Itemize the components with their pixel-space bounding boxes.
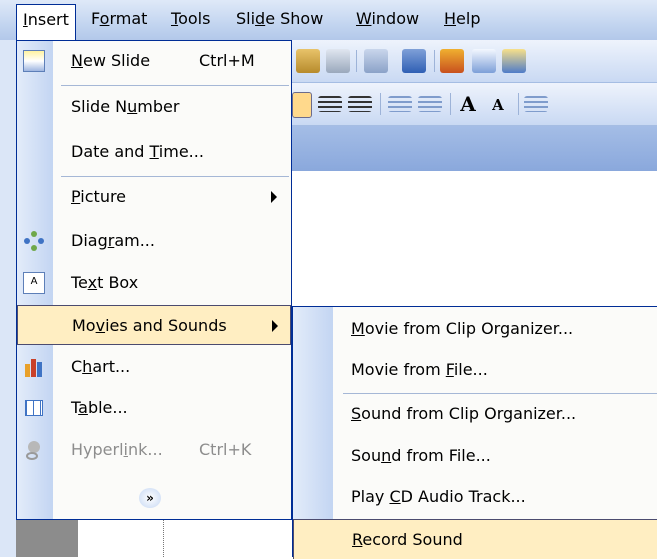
toolbar-separator: [518, 93, 519, 115]
menu-format[interactable]: Format: [85, 4, 153, 34]
align-left-icon[interactable]: [292, 92, 312, 118]
toolbar-separator: [356, 50, 357, 72]
hyperlink-icon: [23, 439, 45, 461]
menu-item-movies-and-sounds[interactable]: Movies and Sounds: [17, 305, 291, 345]
toolbar-separator: [434, 50, 435, 72]
menu-item-new-slide[interactable]: New Slide Ctrl+M: [17, 41, 291, 81]
paste-icon[interactable]: [296, 49, 320, 73]
submenu-arrow-icon: [272, 320, 278, 332]
shortcut-label: Ctrl+M: [199, 51, 255, 70]
align-right-icon[interactable]: [348, 96, 372, 112]
table-icon: [25, 400, 43, 416]
movies-and-sounds-submenu: Movie from Clip Organizer... Movie from …: [292, 306, 657, 559]
window-left-edge: [0, 40, 16, 557]
expand-menu-chevron-icon[interactable]: »: [139, 488, 161, 508]
format-painter-icon[interactable]: [326, 49, 350, 73]
toolbar-separator: [450, 93, 451, 115]
menu-item-text-box[interactable]: A Text Box: [17, 263, 291, 303]
menu-item-date-and-time[interactable]: Date and Time...: [17, 132, 291, 172]
menu-item-sound-from-file[interactable]: Sound from File...: [293, 436, 657, 476]
menu-item-chart[interactable]: Chart...: [17, 347, 291, 387]
menu-bar: Insert Format Tools Slide Show Window He…: [0, 0, 657, 40]
submenu-arrow-icon: [271, 191, 277, 203]
pane-header: [292, 126, 657, 171]
bullets-icon[interactable]: [418, 96, 442, 112]
menu-item-hyperlink[interactable]: Hyperlink... Ctrl+K: [17, 430, 291, 470]
insert-menu: New Slide Ctrl+M Slide Number Date and T…: [16, 40, 292, 520]
numbering-icon[interactable]: [388, 96, 412, 112]
menu-item-sound-from-clip-organizer[interactable]: Sound from Clip Organizer...: [293, 394, 657, 434]
redo-icon[interactable]: [402, 49, 426, 73]
new-slide-icon: [23, 50, 45, 72]
shortcut-label: Ctrl+K: [199, 440, 252, 459]
menu-item-movie-from-clip-organizer[interactable]: Movie from Clip Organizer...: [293, 309, 657, 349]
chart-icon: [23, 356, 45, 378]
menu-item-movie-from-file[interactable]: Movie from File...: [293, 350, 657, 390]
menu-window[interactable]: Window: [350, 4, 425, 34]
menu-item-diagram[interactable]: Diagram...: [17, 221, 291, 261]
decrease-indent-icon[interactable]: [524, 96, 548, 112]
menu-separator: [61, 85, 289, 86]
formatting-toolbar: A A: [292, 83, 657, 126]
menu-item-record-sound[interactable]: Record Sound: [293, 519, 657, 559]
menu-slide-show[interactable]: Slide Show: [230, 4, 329, 34]
increase-font-size-icon[interactable]: A: [456, 92, 480, 116]
slides-pane: [78, 520, 292, 557]
menu-item-play-cd-audio-track[interactable]: Play CD Audio Track...: [293, 477, 657, 517]
insert-table-icon[interactable]: [472, 49, 496, 73]
undo-icon[interactable]: [364, 49, 388, 73]
slides-pane-scroll: [16, 520, 78, 557]
align-center-icon[interactable]: [318, 96, 342, 112]
insert-chart-icon[interactable]: [440, 49, 464, 73]
diagram-icon: [23, 230, 45, 252]
toolbar-separator: [380, 93, 381, 115]
slide-thumbnail-guide: [163, 520, 164, 557]
menu-insert[interactable]: Insert: [16, 4, 76, 40]
menu-help[interactable]: Help: [438, 4, 486, 34]
menu-item-table[interactable]: Table...: [17, 388, 291, 428]
text-box-icon: A: [23, 272, 45, 294]
menu-tools[interactable]: Tools: [165, 4, 216, 34]
standard-toolbar: [292, 40, 657, 83]
menu-item-slide-number[interactable]: Slide Number: [17, 87, 291, 127]
decrease-font-size-icon[interactable]: A: [486, 92, 510, 116]
tables-borders-icon[interactable]: [502, 49, 526, 73]
menu-item-picture[interactable]: Picture: [17, 177, 291, 217]
